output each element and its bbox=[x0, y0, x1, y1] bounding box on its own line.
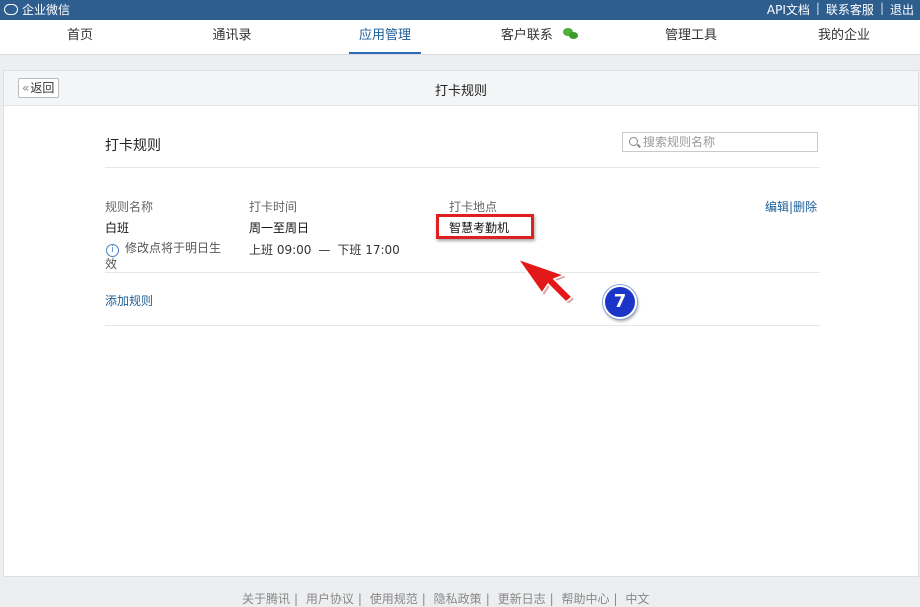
rule-name-value: 白班 bbox=[105, 221, 130, 235]
rule-days-value: 周一至周日 bbox=[249, 221, 310, 235]
separator: | bbox=[294, 592, 299, 606]
effective-note: i 修改点将于明日生效 bbox=[105, 241, 230, 271]
separator: | bbox=[549, 592, 554, 606]
footer-link[interactable]: 使用规范 bbox=[370, 592, 418, 606]
header-rule-name: 规则名称 bbox=[105, 200, 154, 214]
step-number-badge: 7 bbox=[603, 285, 637, 319]
nav-tab-app-management[interactable]: 应用管理 bbox=[349, 20, 421, 54]
nav-tab-my-enterprise[interactable]: 我的企业 bbox=[804, 20, 884, 54]
footer: 关于腾讯 | 用户协议 | 使用规范 | 隐私政策 | 更新日志 | 帮助中心 | 中文 bbox=[242, 590, 653, 607]
footer-link[interactable]: 帮助中心 bbox=[561, 592, 609, 606]
footer-link[interactable]: 隐私政策 bbox=[434, 592, 482, 606]
note-text: 修改点将于明日生效 bbox=[105, 241, 222, 271]
search-box[interactable] bbox=[622, 132, 818, 152]
main-nav: 首页 通讯录 应用管理 客户联系 管理工具 我的企业 bbox=[0, 20, 920, 55]
top-links: API文档 | 联系客服 | 退出 bbox=[761, 1, 920, 18]
rule-place-value: 智慧考勤机 bbox=[449, 221, 510, 235]
panel-header: «返回 打卡规则 bbox=[4, 71, 918, 106]
pointer-arrow-icon bbox=[516, 257, 574, 303]
header-clock-place: 打卡地点 bbox=[449, 200, 498, 214]
nav-tab-label: 客户联系 bbox=[500, 28, 553, 43]
logo-text: 企业微信 bbox=[22, 3, 71, 17]
nav-tab-label: 应用管理 bbox=[358, 28, 411, 43]
footer-link[interactable]: 更新日志 bbox=[498, 592, 546, 606]
wechat-icon bbox=[563, 28, 579, 40]
page-title: 打卡规则 bbox=[434, 84, 487, 99]
off-duty-time: 下班 17:00 bbox=[337, 243, 400, 257]
top-bar: 企业微信 API文档 | 联系客服 | 退出 bbox=[0, 0, 920, 20]
api-docs-link[interactable]: API文档 bbox=[761, 1, 816, 18]
footer-link[interactable]: 关于腾讯 bbox=[242, 592, 290, 606]
divider bbox=[105, 167, 820, 168]
on-duty-time: 上班 09:00 bbox=[249, 243, 312, 257]
nav-tab-label: 首页 bbox=[66, 28, 93, 43]
separator: | bbox=[485, 592, 490, 606]
nav-tab-contacts[interactable]: 通讯录 bbox=[192, 20, 272, 54]
add-rule-link[interactable]: 添加规则 bbox=[105, 292, 153, 309]
nav-tab-label: 我的企业 bbox=[817, 28, 870, 43]
chat-bubble-icon bbox=[4, 4, 18, 15]
separator: | bbox=[879, 1, 884, 15]
row-actions: 编辑|删除 bbox=[765, 198, 817, 215]
nav-tab-customer-contact[interactable]: 客户联系 bbox=[495, 20, 585, 54]
separator: | bbox=[421, 592, 426, 606]
separator: | bbox=[815, 1, 820, 15]
logout-link[interactable]: 退出 bbox=[884, 1, 920, 18]
language-selector[interactable]: 中文 bbox=[625, 592, 649, 606]
delete-link[interactable]: 删除 bbox=[793, 200, 817, 214]
footer-link[interactable]: 用户协议 bbox=[306, 592, 354, 606]
info-icon: i bbox=[106, 244, 119, 257]
nav-tab-management-tools[interactable]: 管理工具 bbox=[652, 20, 730, 54]
search-input[interactable] bbox=[643, 134, 813, 150]
nav-tab-label: 管理工具 bbox=[664, 28, 717, 43]
nav-tab-home[interactable]: 首页 bbox=[40, 20, 120, 54]
rule-time-detail: 上班 09:00 — 下班 17:00 bbox=[249, 241, 400, 258]
separator: | bbox=[357, 592, 362, 606]
header-clock-time: 打卡时间 bbox=[249, 200, 298, 214]
divider bbox=[105, 325, 820, 326]
edit-link[interactable]: 编辑 bbox=[765, 200, 789, 214]
dash: — bbox=[318, 243, 331, 257]
nav-tab-label: 通讯录 bbox=[212, 28, 252, 43]
section-title: 打卡规则 bbox=[105, 138, 161, 154]
search-icon bbox=[629, 137, 638, 146]
separator: | bbox=[613, 592, 618, 606]
contact-support-link[interactable]: 联系客服 bbox=[820, 1, 880, 18]
content-panel: «返回 打卡规则 打卡规则 规则名称 打卡时间 打卡地点 编辑|删除 白班 周一… bbox=[3, 70, 919, 577]
logo[interactable]: 企业微信 bbox=[4, 1, 70, 18]
divider bbox=[105, 272, 820, 273]
